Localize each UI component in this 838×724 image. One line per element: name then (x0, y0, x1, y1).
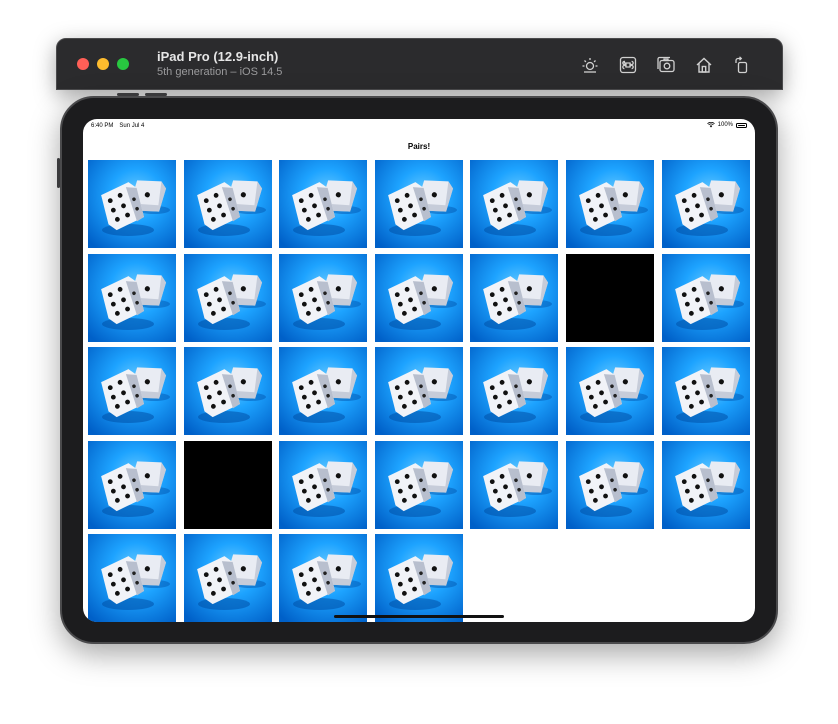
card-face-down[interactable] (279, 160, 368, 248)
card-face-down[interactable] (661, 440, 750, 529)
volume-button (145, 93, 167, 96)
card-face-down[interactable] (661, 160, 750, 248)
card-face-down[interactable] (88, 440, 176, 529)
simulator-titlebar: iPad Pro (12.9-inch) 5th generation – iO… (56, 38, 783, 90)
card-face-down[interactable] (565, 440, 654, 529)
rotate-icon[interactable] (730, 53, 754, 77)
dice-image (470, 347, 559, 436)
volume-button (117, 93, 139, 96)
dice-image (374, 347, 463, 436)
home-icon[interactable] (692, 53, 716, 77)
card-face-down[interactable] (279, 440, 368, 529)
navigation-bar: Pairs! (83, 133, 755, 159)
card-face-down[interactable] (374, 253, 463, 342)
dice-image (565, 160, 654, 248)
dice-image (88, 253, 176, 342)
card-face-down[interactable] (661, 253, 750, 342)
card-face-down[interactable] (470, 160, 559, 248)
status-bar: 6:40 PM Sun Jul 4 100% (83, 119, 755, 133)
dice-image (183, 253, 272, 342)
card-face-down[interactable] (470, 440, 559, 529)
card-face-down[interactable] (470, 253, 559, 342)
simulator-toolbar (578, 53, 754, 77)
card-face-down[interactable] (88, 534, 176, 622)
dice-image (183, 534, 272, 622)
dice-image (279, 160, 368, 248)
card-face-down[interactable] (374, 440, 463, 529)
dice-image (88, 160, 176, 248)
card-face-down[interactable] (279, 347, 368, 436)
simulator-device-version: 5th generation – iOS 14.5 (157, 66, 283, 78)
dice-image (88, 347, 176, 436)
card-face-down[interactable] (661, 347, 750, 436)
minimize-window-button[interactable] (97, 58, 109, 70)
dice-image (88, 440, 176, 529)
dice-image (279, 347, 368, 436)
dice-image (470, 440, 559, 529)
card-face-down[interactable] (279, 534, 368, 622)
card-face-down[interactable] (88, 347, 176, 436)
dice-image (183, 347, 272, 436)
side-button (57, 158, 60, 188)
wifi-icon (706, 122, 715, 128)
dice-image (565, 347, 654, 436)
dice-image (279, 534, 368, 622)
dice-image (88, 534, 176, 622)
dice-image (470, 160, 559, 248)
card-face-down[interactable] (88, 253, 176, 342)
dice-image (374, 253, 463, 342)
status-time: 6:40 PM (91, 123, 114, 129)
dice-image (279, 253, 368, 342)
card-face-down[interactable] (183, 347, 272, 436)
close-window-button[interactable] (77, 58, 89, 70)
card-face-down[interactable] (88, 160, 176, 248)
card-face-down[interactable] (565, 347, 654, 436)
simulator-title-group: iPad Pro (12.9-inch) 5th generation – iO… (157, 49, 282, 79)
command-key-icon[interactable] (616, 53, 640, 77)
dice-image (374, 534, 463, 622)
card-face-down[interactable] (279, 253, 368, 342)
card-face-down[interactable] (374, 160, 463, 248)
card-face-down[interactable] (183, 253, 272, 342)
zoom-window-button[interactable] (117, 58, 129, 70)
window-controls (77, 58, 129, 70)
dice-image (183, 160, 272, 248)
card-face-down[interactable] (374, 534, 463, 622)
dice-image (374, 160, 463, 248)
screenshot-icon[interactable] (654, 53, 678, 77)
status-date: Sun Jul 4 (119, 123, 145, 129)
page-title: Pairs! (407, 141, 431, 151)
card-matched (565, 253, 654, 342)
battery-icon (736, 122, 747, 128)
dice-image (279, 440, 368, 529)
dice-image (661, 347, 750, 436)
dice-image (661, 440, 750, 529)
ipad-screen: 6:40 PM Sun Jul 4 100% Pairs! (83, 119, 755, 622)
card-face-down[interactable] (374, 347, 463, 436)
card-face-down[interactable] (183, 160, 272, 248)
home-indicator[interactable] (334, 615, 504, 618)
card-face-down[interactable] (470, 347, 559, 436)
dice-image (661, 160, 750, 248)
dice-image (374, 440, 463, 529)
dice-image (470, 253, 559, 342)
brightness-icon[interactable] (578, 53, 602, 77)
card-face-down[interactable] (183, 534, 272, 622)
card-matched (183, 440, 272, 529)
dice-image (661, 253, 750, 342)
dice-image (565, 440, 654, 529)
card-grid (88, 160, 750, 622)
battery-percentage: 100% (717, 122, 733, 128)
simulator-device-name: iPad Pro (12.9-inch) (157, 49, 279, 64)
card-face-down[interactable] (565, 160, 654, 248)
